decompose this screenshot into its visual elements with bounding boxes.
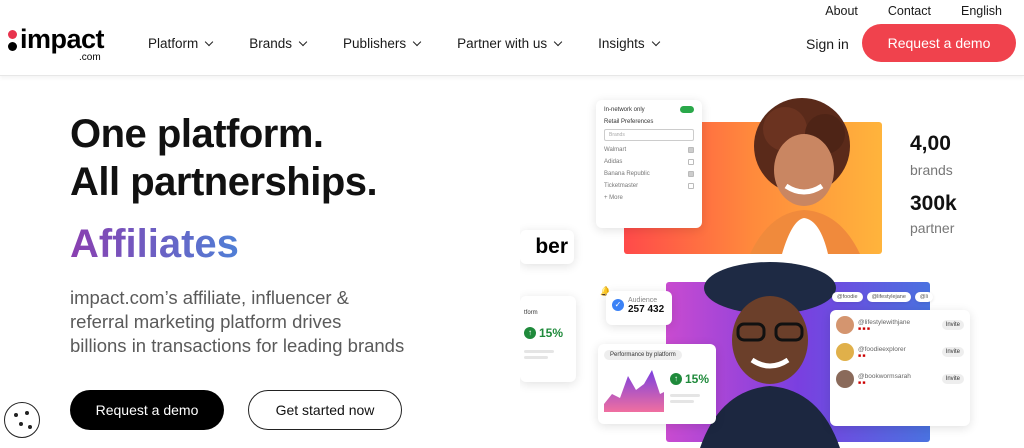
- brand-checkbox[interactable]: [688, 159, 694, 165]
- impact-logo[interactable]: impact .com: [8, 24, 118, 64]
- influencer-handle: @lifestylewithjane: [858, 318, 911, 326]
- performance-pct: 15%: [685, 372, 710, 386]
- chevron-down-icon: [553, 37, 563, 46]
- invite-button[interactable]: Invite: [941, 347, 964, 357]
- hero-description: impact.com’s affiliate, influencer & ref…: [70, 287, 405, 356]
- chevron-down-icon: [412, 37, 422, 46]
- social-icons: ■ ■: [858, 379, 866, 386]
- logo-sub: .com: [79, 52, 101, 63]
- uber-logo-card: ber: [520, 230, 574, 264]
- chevron-down-icon: [298, 37, 308, 46]
- sign-in-link[interactable]: Sign in: [806, 36, 849, 52]
- hero-visual: In-network only Retail Preferences Brand…: [520, 86, 1024, 448]
- brand-option: Ticketmaster: [604, 183, 639, 189]
- performance-area-chart: [604, 370, 664, 412]
- nav-item-insights[interactable]: Insights: [598, 36, 660, 51]
- arrow-up-icon: ↑: [524, 327, 536, 339]
- contact-link[interactable]: Contact: [888, 4, 931, 18]
- brand-option: Walmart: [604, 147, 627, 153]
- invite-button[interactable]: Invite: [941, 320, 964, 330]
- influencer-tabs: @foodie @lifestylejane @li: [832, 292, 933, 302]
- tab-more[interactable]: @li: [914, 292, 933, 302]
- stat-brands-label: brands: [910, 162, 953, 178]
- brand-option: Adidas: [604, 159, 623, 165]
- brand-checkbox[interactable]: [688, 147, 694, 153]
- stat-partners-value: 300k: [910, 192, 957, 215]
- language-selector[interactable]: English: [961, 4, 1002, 18]
- about-link[interactable]: About: [825, 4, 858, 18]
- performance-title: Performance by platform: [604, 350, 682, 360]
- filter-panel: In-network only Retail Preferences Brand…: [596, 100, 702, 228]
- influencer-list-card: @lifestylewithjane ■ ■ ■ Invite @foodieex…: [830, 310, 970, 426]
- nav-item-partner[interactable]: Partner with us: [457, 36, 563, 51]
- performance-card: Performance by platform ↑ 15%: [598, 344, 716, 424]
- chevron-down-icon: [651, 37, 660, 46]
- audience-label: Audience: [628, 297, 658, 304]
- influencer-handle: @foodieexplorer: [858, 345, 906, 353]
- utility-links: About Contact English: [825, 4, 1002, 18]
- cookie-icon[interactable]: [4, 402, 40, 438]
- hero-headline-line2: All partnerships.: [70, 160, 378, 204]
- invite-button[interactable]: Invite: [941, 374, 964, 384]
- avatar: [836, 370, 854, 388]
- social-icons: ■ ■ ■: [858, 325, 870, 332]
- platform-card: tform ↑ 15%: [520, 296, 576, 382]
- social-icons: ■ ■: [858, 352, 866, 359]
- hero-rotating-word: Affiliates: [70, 222, 239, 266]
- list-item: @bookwormsarah ■ ■ Invite: [836, 370, 964, 388]
- arrow-up-icon: ↑: [670, 373, 682, 385]
- tab-foodie[interactable]: @foodie: [832, 292, 863, 302]
- hero-request-demo-button[interactable]: Request a demo: [70, 390, 224, 430]
- chevron-down-icon: [205, 37, 214, 46]
- avatar: [836, 316, 854, 334]
- tab-lifestyle[interactable]: @lifestylejane: [866, 292, 911, 302]
- stat-brands-value: 4,00: [910, 132, 951, 155]
- hero-headline-line1: One platform.: [70, 112, 324, 156]
- brands-search-field[interactable]: Brands: [604, 129, 694, 141]
- more-link[interactable]: + More: [604, 195, 694, 201]
- brand-option: Banana Republic: [604, 171, 650, 177]
- list-item: @foodieexplorer ■ ■ Invite: [836, 343, 964, 361]
- platform-pct: 15%: [539, 326, 564, 340]
- platform-label: tform: [524, 310, 538, 316]
- list-item: @lifestylewithjane ■ ■ ■ Invite: [836, 316, 964, 334]
- audience-value: 257 432: [628, 304, 665, 315]
- logo-mark: [8, 30, 18, 54]
- influencer-handle: @bookwormsarah: [858, 372, 911, 380]
- top-navigation: About Contact English impact .com Platfo…: [0, 0, 1024, 76]
- brand-checkbox[interactable]: [688, 171, 694, 177]
- in-network-label: In-network only: [604, 106, 645, 113]
- nav-item-platform[interactable]: Platform: [148, 36, 214, 51]
- verified-icon: ✓: [612, 299, 624, 311]
- woman-photo: [750, 98, 860, 254]
- request-demo-button[interactable]: Request a demo: [862, 24, 1016, 62]
- get-started-button[interactable]: Get started now: [248, 390, 402, 430]
- avatar: [836, 343, 854, 361]
- audience-card: ✓ Audience 257 432: [606, 291, 672, 325]
- nav-item-brands[interactable]: Brands: [249, 36, 308, 51]
- brand-checkbox[interactable]: [688, 183, 694, 189]
- retail-preferences-label: Retail Preferences: [604, 119, 654, 125]
- main-menu: Platform Brands Publishers Partner with …: [148, 36, 660, 51]
- nav-item-publishers[interactable]: Publishers: [343, 36, 422, 51]
- stat-partners-label: partner: [910, 220, 955, 236]
- logo-word: impact: [20, 24, 105, 54]
- in-network-toggle[interactable]: [680, 106, 694, 113]
